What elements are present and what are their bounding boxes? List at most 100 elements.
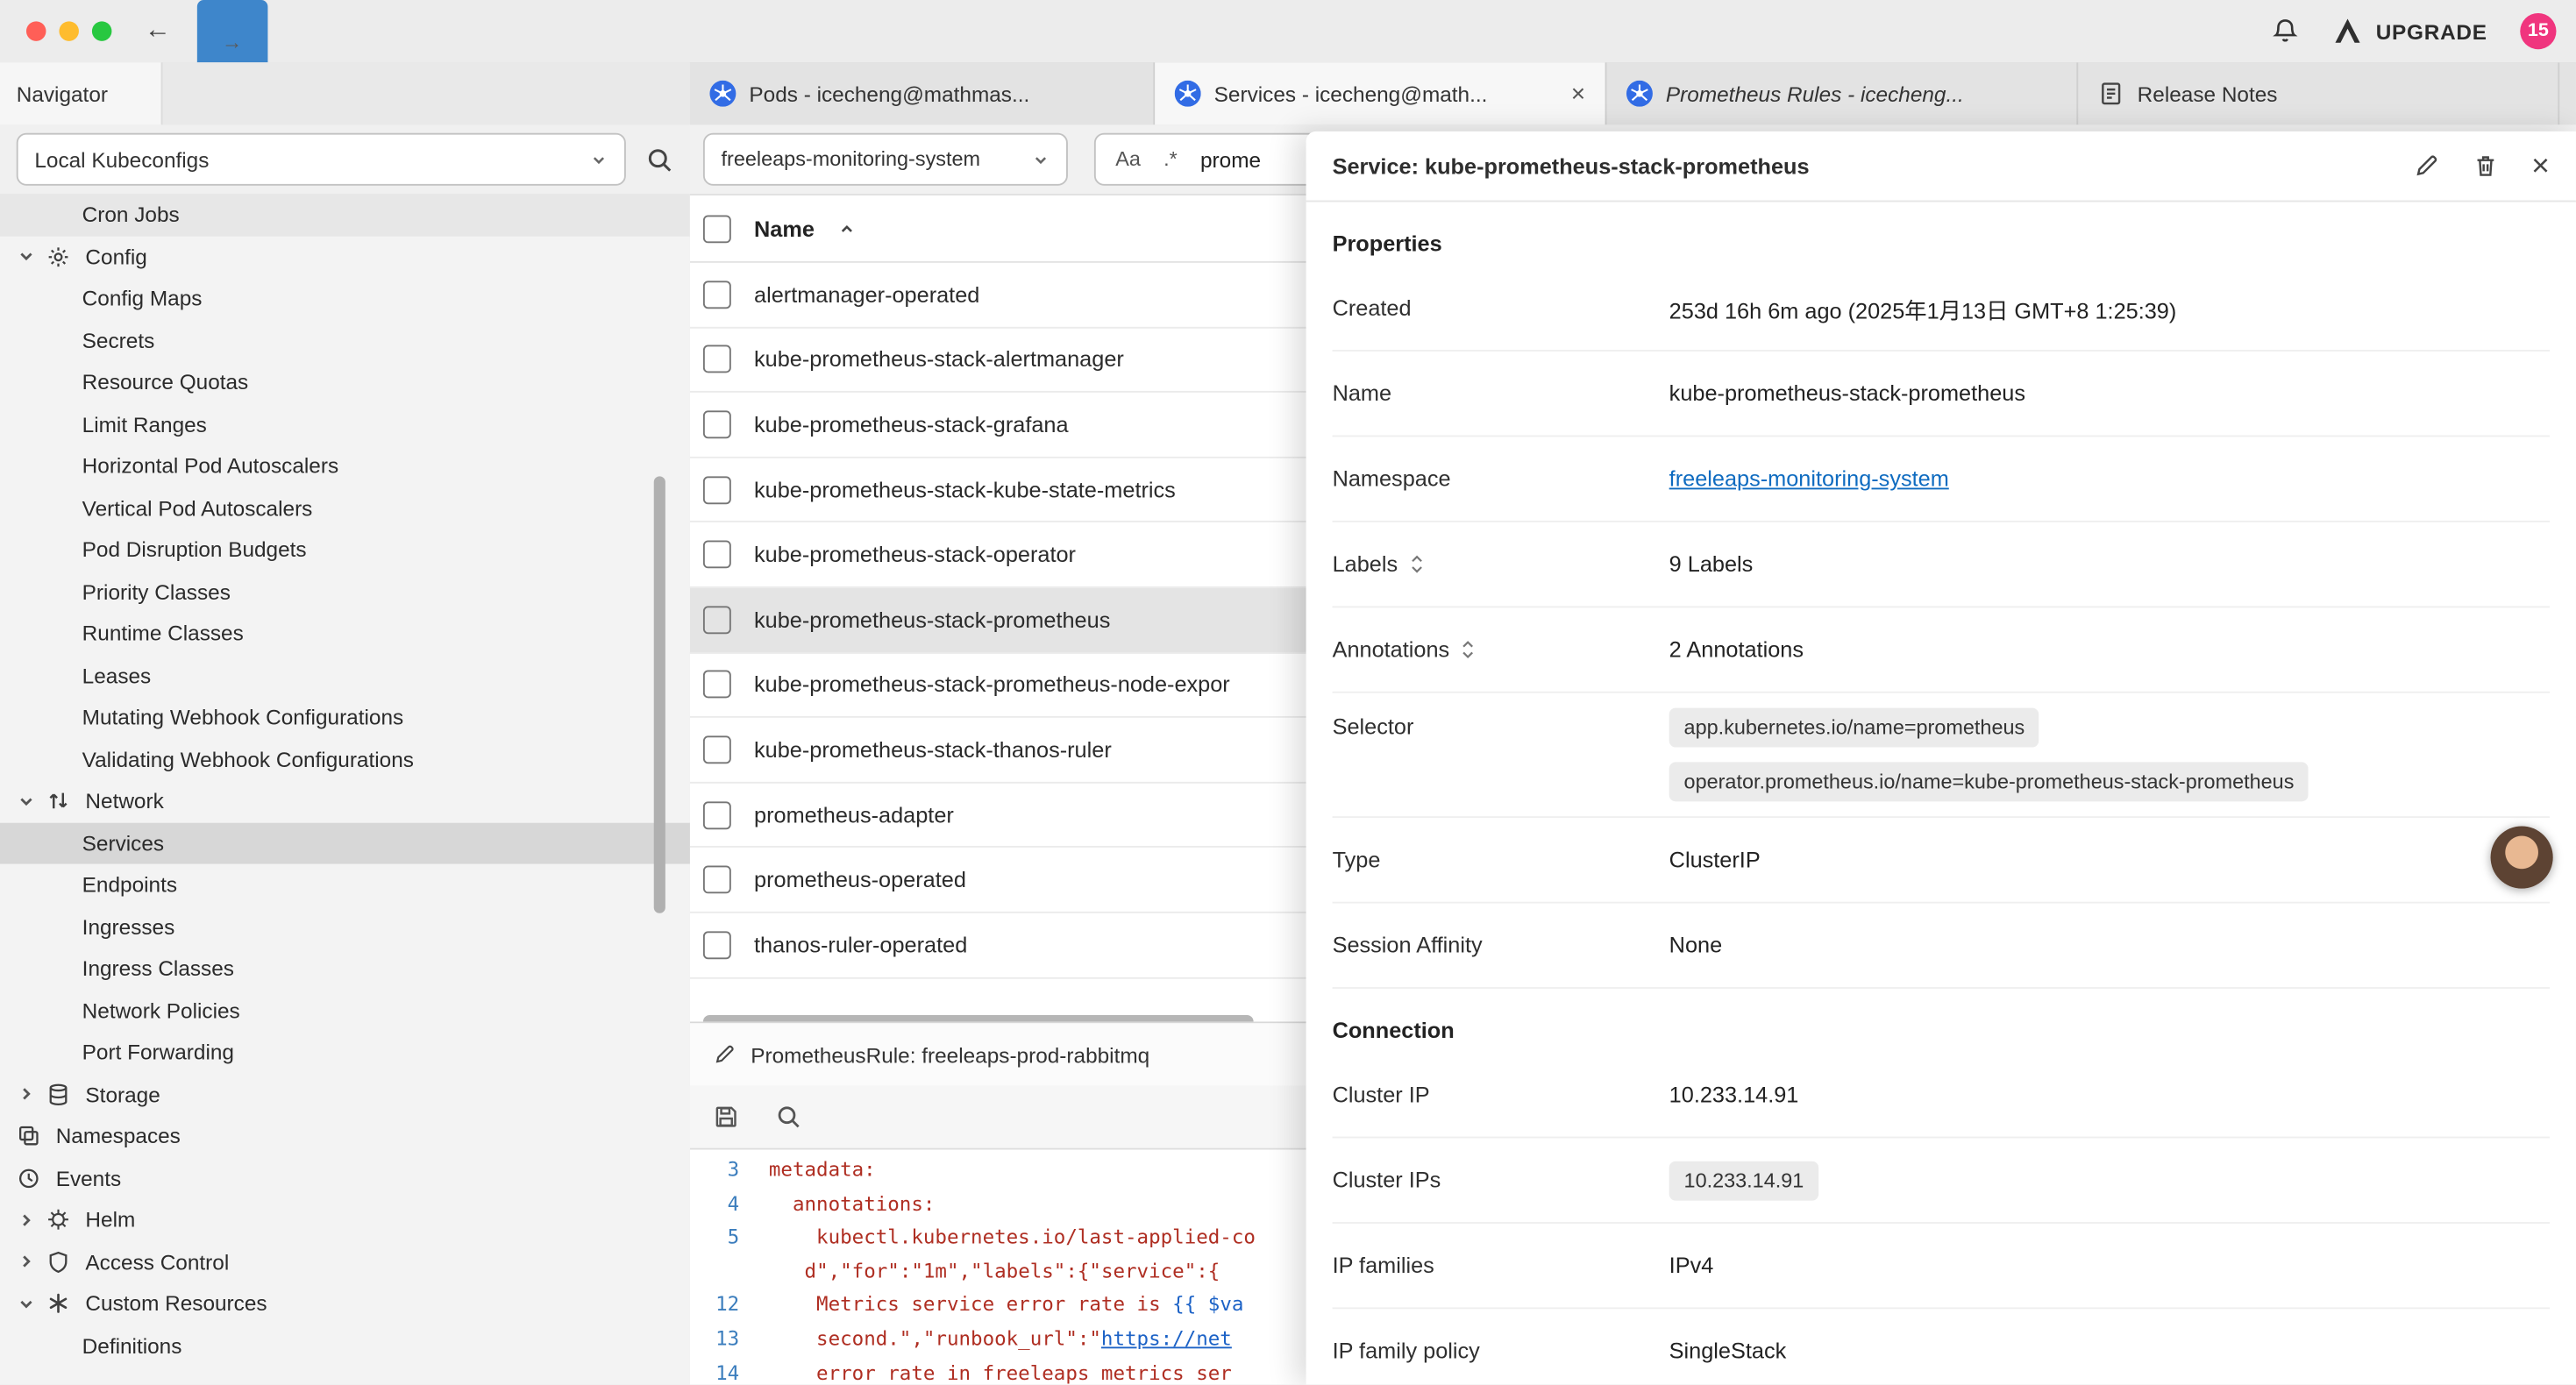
row-checkbox[interactable] (703, 671, 731, 699)
match-case-toggle[interactable]: Aa (1115, 148, 1141, 171)
code-segment (769, 1260, 805, 1294)
select-all-checkbox[interactable] (703, 215, 731, 243)
expand-collapse-icon[interactable] (1409, 553, 1424, 574)
tab-argo-s[interactable]: Argo S (2559, 62, 2576, 124)
maximize-window-button[interactable] (92, 21, 111, 40)
save-icon[interactable] (713, 1104, 739, 1130)
expand-collapse-icon[interactable] (1461, 639, 1476, 660)
sidebar-item-helm[interactable]: Helm (0, 1199, 690, 1241)
dock-tab-prometheusrule[interactable]: PrometheusRule: freeleaps-prod-rabbitmq (690, 1023, 1322, 1085)
detail-row-annotations: Annotations 2 Annotations (1333, 607, 2550, 692)
row-checkbox[interactable] (703, 410, 731, 438)
back-button[interactable]: ← (145, 0, 171, 62)
line-number: 12 (690, 1293, 739, 1327)
chevron-right-icon[interactable] (17, 1084, 46, 1104)
row-checkbox[interactable] (703, 735, 731, 764)
sidebar-item-leases[interactable]: Leases (0, 655, 690, 697)
row-checkbox[interactable] (703, 606, 731, 634)
sidebar-item-secrets[interactable]: Secrets (0, 319, 690, 361)
sidebar-item-label: Runtime Classes (82, 621, 244, 646)
row-name: prometheus-operated (754, 868, 966, 892)
tab-pods-icecheng-mathmas[interactable]: Pods - icecheng@mathmas... (690, 62, 1155, 124)
sidebar-item-label: Services (82, 831, 164, 856)
editor-tabs: Pods - icecheng@mathmas... Services - ice… (690, 62, 2576, 124)
sidebar-item-access-control[interactable]: Access Control (0, 1241, 690, 1283)
trash-icon[interactable] (2473, 153, 2499, 179)
row-checkbox[interactable] (703, 801, 731, 829)
regex-toggle[interactable]: .* (1163, 148, 1178, 171)
sidebar-item-mutating-webhook-configurations[interactable]: Mutating Webhook Configurations (0, 696, 690, 738)
sidebar-item-config-maps[interactable]: Config Maps (0, 278, 690, 320)
row-name: kube-prometheus-stack-prometheus-node-ex… (754, 672, 1230, 697)
close-tab-icon[interactable]: × (1561, 80, 1585, 108)
detail-value: 2 Annotations (1669, 637, 1804, 662)
name-column-header[interactable]: Name (754, 216, 815, 240)
chevron-right-icon[interactable] (17, 1252, 46, 1271)
detail-value-link[interactable]: freeleaps-monitoring-system (1669, 466, 1949, 491)
row-checkbox[interactable] (703, 931, 731, 959)
sidebar-item-namespaces[interactable]: Namespaces (0, 1115, 690, 1157)
row-checkbox[interactable] (703, 281, 731, 309)
chevron-down-icon[interactable] (17, 247, 46, 266)
sidebar-item-definitions[interactable]: Definitions (0, 1325, 690, 1367)
sidebar-item-pod-disruption-budgets[interactable]: Pod Disruption Budgets (0, 529, 690, 571)
sidebar-item-network-policies[interactable]: Network Policies (0, 990, 690, 1032)
avatar[interactable] (2491, 826, 2553, 888)
chevron-right-icon[interactable] (17, 1210, 46, 1229)
bell-icon[interactable] (2271, 17, 2301, 46)
chevron-down-icon[interactable] (17, 1294, 46, 1313)
upgrade-button[interactable]: UPGRADE (2333, 17, 2487, 46)
sidebar-item-port-forwarding[interactable]: Port Forwarding (0, 1032, 690, 1074)
detail-value: kube-prometheus-stack-prometheus (1669, 381, 2025, 406)
tab-services-icecheng-math[interactable]: Services - icecheng@math...× (1155, 62, 1606, 124)
sidebar-item-config[interactable]: Config (0, 236, 690, 278)
tab-label: Pods - icecheng@mathmas... (749, 82, 1029, 106)
detail-value: IPv4 (1669, 1254, 1714, 1278)
row-checkbox[interactable] (703, 345, 731, 373)
sidebar-item-network[interactable]: Network (0, 780, 690, 822)
sidebar-item-runtime-classes[interactable]: Runtime Classes (0, 613, 690, 655)
sidebar-item-limit-ranges[interactable]: Limit Ranges (0, 403, 690, 445)
sidebar-item-vertical-pod-autoscalers[interactable]: Vertical Pod Autoscalers (0, 487, 690, 529)
search-icon[interactable] (645, 146, 673, 174)
sidebar-item-events[interactable]: Events (0, 1157, 690, 1199)
close-icon[interactable]: × (2531, 150, 2550, 181)
notification-badge[interactable]: 15 (2520, 13, 2556, 49)
sidebar-item-storage[interactable]: Storage (0, 1073, 690, 1115)
sidebar-item-ingress-classes[interactable]: Ingress Classes (0, 948, 690, 990)
line-number: 3 (690, 1158, 739, 1192)
upgrade-label: UPGRADE (2376, 19, 2487, 44)
sidebar-item-ingresses[interactable]: Ingresses (0, 906, 690, 948)
detail-label: Annotations (1333, 637, 1450, 662)
chevron-down-icon[interactable] (17, 792, 46, 811)
sidebar-item-endpoints[interactable]: Endpoints (0, 864, 690, 906)
namespace-filter[interactable]: freeleaps-monitoring-system (703, 133, 1068, 186)
tab-release-notes[interactable]: Release Notes (2078, 62, 2559, 124)
close-window-button[interactable] (26, 21, 46, 40)
sort-ascending-icon[interactable] (837, 219, 856, 238)
resource-tree: Cron Jobs ConfigConfig MapsSecretsResourc… (0, 194, 690, 1367)
minimize-window-button[interactable] (59, 21, 78, 40)
kubeconfig-selector[interactable]: Local Kubeconfigs (17, 133, 626, 186)
namespace-filter-value: freeleaps-monitoring-system (722, 148, 980, 171)
tab-label: Prometheus Rules - icecheng... (1666, 82, 1964, 106)
sidebar-scrollbar[interactable] (654, 476, 665, 913)
row-name: kube-prometheus-stack-thanos-ruler (754, 737, 1112, 762)
sidebar-item-cron-jobs[interactable]: Cron Jobs (0, 194, 690, 236)
sidebar-item-services[interactable]: Services (0, 822, 690, 864)
search-icon[interactable] (775, 1104, 801, 1130)
edit-icon[interactable] (2413, 153, 2439, 179)
tab-prometheus-rules-icecheng[interactable]: Prometheus Rules - icecheng... (1606, 62, 2078, 124)
sidebar-item-custom-resources[interactable]: Custom Resources (0, 1282, 690, 1325)
row-name: kube-prometheus-stack-kube-state-metrics (754, 477, 1176, 501)
sidebar-item-label: Cron Jobs (82, 202, 180, 227)
sidebar-item-label: Access Control (85, 1249, 229, 1274)
row-checkbox[interactable] (703, 476, 731, 504)
sidebar-item-priority-classes[interactable]: Priority Classes (0, 571, 690, 613)
traffic-lights (26, 21, 111, 40)
row-checkbox[interactable] (703, 866, 731, 894)
sidebar-item-validating-webhook-configurations[interactable]: Validating Webhook Configurations (0, 738, 690, 780)
row-checkbox[interactable] (703, 541, 731, 569)
sidebar-item-resource-quotas[interactable]: Resource Quotas (0, 361, 690, 403)
sidebar-item-horizontal-pod-autoscalers[interactable]: Horizontal Pod Autoscalers (0, 445, 690, 487)
